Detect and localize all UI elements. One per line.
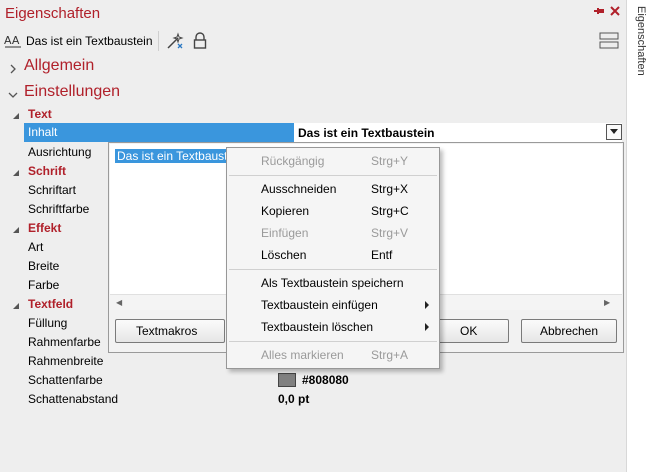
menu-item-save-block[interactable]: Als Textbaustein speichern	[227, 272, 439, 294]
section-allgemein-label: Allgemein	[24, 57, 95, 74]
menu-item-select-all[interactable]: Alles markieren Strg+A	[227, 344, 439, 366]
toolbar-divider	[158, 31, 159, 51]
menu-separator	[229, 269, 437, 270]
property-value-schattenfarbe-text: #808080	[302, 372, 349, 387]
submenu-arrow-icon	[425, 301, 429, 309]
menu-item-cut-label: Ausschneiden	[261, 182, 337, 196]
menu-item-undo-label: Rückgängig	[261, 154, 325, 168]
property-value-schattenfarbe[interactable]: #808080	[278, 372, 622, 387]
chevron-down-icon	[8, 87, 18, 98]
property-name-schattenabstand: Schattenabstand	[28, 391, 119, 406]
pin-icon[interactable]	[594, 6, 604, 16]
menu-item-save-block-label: Als Textbaustein speichern	[261, 276, 404, 290]
close-icon[interactable]	[610, 6, 620, 16]
properties-panel: Eigenschaften AA Das ist ein Textbaustei…	[0, 0, 626, 472]
color-swatch[interactable]	[278, 372, 296, 387]
scroll-right-icon[interactable]: ▶	[604, 299, 612, 307]
toolbar-label: Das ist ein Textbaustein	[26, 34, 153, 48]
menu-item-cut-shortcut: Strg+X	[371, 182, 409, 196]
menu-item-undo-shortcut: Strg+Y	[371, 154, 409, 168]
toolbar: AA Das ist ein Textbaustein	[0, 30, 626, 54]
menu-item-paste[interactable]: Einfügen Strg+V	[227, 222, 439, 244]
collapse-triangle-icon	[12, 299, 20, 309]
scroll-left-icon[interactable]: ◀	[116, 299, 124, 307]
menu-item-paste-shortcut: Strg+V	[371, 226, 409, 240]
menu-item-undo[interactable]: Rückgängig Strg+Y	[227, 150, 439, 172]
menu-item-insert-block-label: Textbaustein einfügen	[261, 298, 378, 312]
menu-item-delete[interactable]: Löschen Entf	[227, 244, 439, 266]
cancel-label: Abbrechen	[539, 324, 599, 338]
cancel-button[interactable]: Abbrechen	[521, 319, 617, 343]
property-value-inhalt[interactable]: Das ist ein Textbaustein	[294, 123, 622, 142]
section-allgemein[interactable]: Allgemein	[8, 57, 94, 75]
property-name-inhalt: Inhalt	[24, 123, 294, 142]
side-tab-label: Eigenschaften	[635, 6, 647, 76]
section-einstellungen[interactable]: Einstellungen	[8, 83, 120, 101]
property-row-schattenfarbe[interactable]: Schattenfarbe #808080	[8, 370, 622, 389]
menu-separator	[229, 341, 437, 342]
submenu-arrow-icon	[425, 323, 429, 331]
text-style-icon[interactable]: AA	[4, 32, 22, 53]
menu-item-copy[interactable]: Kopieren Strg+C	[227, 200, 439, 222]
side-tab[interactable]: Eigenschaften	[626, 0, 656, 472]
property-row-inhalt[interactable]: Inhalt Das ist ein Textbaustein	[8, 123, 622, 142]
menu-item-delete-label: Löschen	[261, 248, 307, 262]
wand-clear-icon[interactable]	[166, 32, 184, 53]
textmakros-label: Textmakros	[136, 324, 198, 338]
collapse-triangle-icon	[12, 166, 20, 176]
chevron-down-icon	[610, 129, 618, 134]
collapse-triangle-icon	[12, 109, 20, 119]
svg-text:AA: AA	[4, 34, 20, 47]
ok-label: OK	[460, 324, 478, 338]
textmakros-button[interactable]: Textmakros	[115, 319, 225, 343]
menu-item-cut[interactable]: Ausschneiden Strg+X	[227, 178, 439, 200]
dropdown-button[interactable]	[606, 124, 622, 140]
menu-item-copy-shortcut: Strg+C	[371, 204, 409, 218]
panel-title: Eigenschaften	[5, 5, 101, 22]
property-value-schattenabstand[interactable]: 0,0 pt	[278, 392, 622, 406]
menu-item-paste-label: Einfügen	[261, 226, 309, 240]
view-toggle-icon[interactable]	[598, 31, 620, 51]
collapse-triangle-icon	[12, 223, 20, 233]
section-einstellungen-label: Einstellungen	[24, 83, 121, 100]
context-menu: Rückgängig Strg+Y Ausschneiden Strg+X Ko…	[226, 147, 440, 369]
property-name-schattenfarbe: Schattenfarbe	[28, 372, 103, 387]
menu-item-delete-block-label: Textbaustein löschen	[261, 320, 374, 334]
property-row-schattenabstand[interactable]: Schattenabstand 0,0 pt	[8, 389, 622, 408]
lock-icon[interactable]	[192, 32, 208, 53]
menu-item-delete-block[interactable]: Textbaustein löschen	[227, 316, 439, 338]
menu-item-delete-shortcut: Entf	[371, 248, 393, 262]
menu-separator	[229, 175, 437, 176]
menu-item-select-all-label: Alles markieren	[261, 348, 344, 362]
menu-item-copy-label: Kopieren	[261, 204, 310, 218]
title-icons	[594, 6, 620, 16]
category-text[interactable]: Text	[8, 104, 622, 123]
chevron-right-icon	[8, 61, 18, 74]
menu-item-select-all-shortcut: Strg+A	[371, 348, 409, 362]
menu-item-insert-block[interactable]: Textbaustein einfügen	[227, 294, 439, 316]
